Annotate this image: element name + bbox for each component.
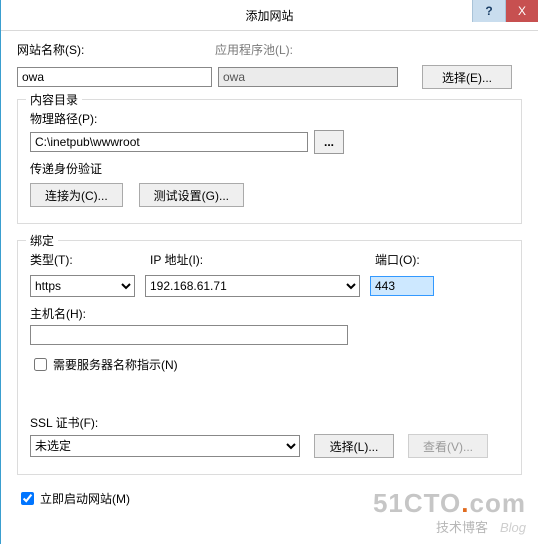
physical-path-input[interactable]	[30, 132, 308, 152]
connect-as-button[interactable]: 连接为(C)...	[30, 183, 123, 207]
site-name-label: 网站名称(S):	[17, 41, 215, 58]
sni-checkbox[interactable]	[34, 358, 47, 371]
ssl-cert-select[interactable]: 未选定	[30, 435, 300, 457]
pass-through-auth-label: 传递身份验证	[30, 160, 509, 177]
physical-path-label: 物理路径(P):	[30, 110, 509, 127]
port-label: 端口(O):	[375, 251, 420, 268]
close-button[interactable]: X	[505, 0, 538, 22]
test-settings-button[interactable]: 测试设置(G)...	[139, 183, 244, 207]
sni-label: 需要服务器名称指示(N)	[53, 356, 178, 373]
binding-group: 绑定 类型(T): IP 地址(I): 端口(O): https 192.168…	[17, 240, 522, 475]
binding-title: 绑定	[26, 232, 58, 249]
browse-button[interactable]: ...	[314, 130, 344, 154]
app-pool-label: 应用程序池(L):	[215, 41, 413, 58]
content-directory-title: 内容目录	[26, 91, 82, 108]
help-button[interactable]: ?	[472, 0, 505, 22]
ip-address-select[interactable]: 192.168.61.71	[145, 275, 360, 297]
ssl-select-button[interactable]: 选择(L)...	[314, 434, 394, 458]
select-app-pool-button[interactable]: 选择(E)...	[422, 65, 512, 89]
start-website-checkbox[interactable]	[21, 492, 34, 505]
titlebar: 添加网站 ? X	[1, 0, 538, 31]
start-website-label: 立即启动网站(M)	[40, 490, 130, 507]
host-name-input[interactable]	[30, 325, 348, 345]
ip-address-label: IP 地址(I):	[150, 251, 375, 268]
host-name-label: 主机名(H):	[30, 305, 509, 322]
ssl-view-button: 查看(V)...	[408, 434, 488, 458]
window-title: 添加网站	[1, 7, 538, 24]
type-select[interactable]: https	[30, 275, 135, 297]
app-pool-input	[218, 67, 398, 87]
type-label: 类型(T):	[30, 251, 150, 268]
port-input[interactable]	[370, 276, 434, 296]
site-name-input[interactable]	[17, 67, 212, 87]
content-directory-group: 内容目录 物理路径(P): ... 传递身份验证 连接为(C)... 测试设置(…	[17, 99, 522, 224]
ssl-cert-label: SSL 证书(F):	[30, 414, 509, 431]
